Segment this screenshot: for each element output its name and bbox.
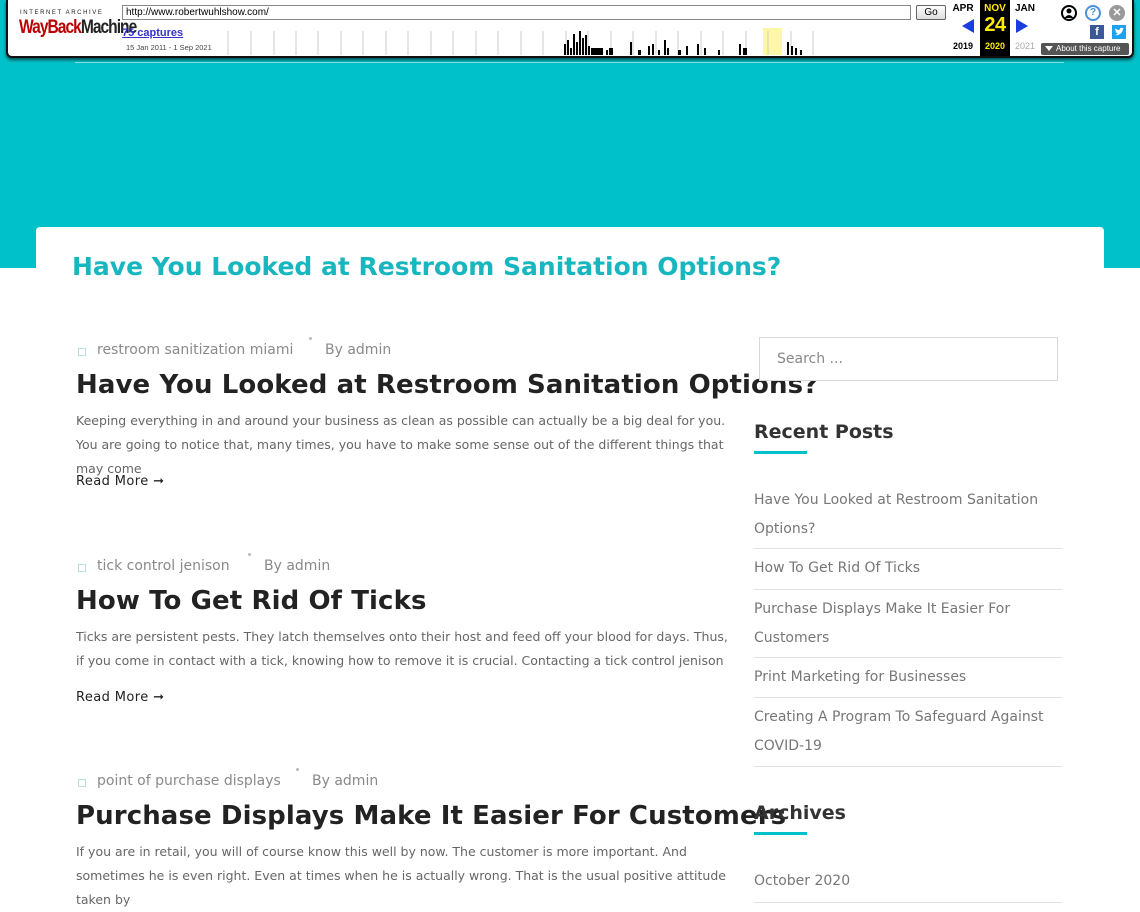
post-card: point of purchase displays By admin Purc… — [76, 768, 786, 912]
capture-sparkline[interactable] — [220, 26, 944, 55]
post-author-link[interactable]: By admin — [325, 342, 391, 358]
capture-range: 15 Jan 2011 - 1 Sep 2021 — [126, 43, 212, 52]
facebook-icon[interactable]: f — [1090, 25, 1104, 39]
wayback-toolbar: INTERNET ARCHIVE WayBackMachine http://w… — [6, 0, 1134, 58]
post-category-link[interactable]: tick control jenison — [97, 558, 230, 574]
ia-label: INTERNET ARCHIVE — [20, 10, 104, 16]
post-author-link[interactable]: By admin — [312, 773, 378, 789]
recent-post-link[interactable]: How To Get Rid Of Ticks — [754, 554, 1062, 583]
separator-dot — [248, 553, 251, 556]
twitter-icon[interactable] — [1112, 25, 1126, 39]
next-year[interactable]: 2021 — [1010, 41, 1040, 51]
widget-underline — [754, 451, 807, 454]
recent-post-link[interactable]: Purchase Displays Make It Easier For Cus… — [754, 595, 1062, 653]
post-title-link[interactable]: How To Get Rid Of Ticks — [76, 586, 427, 616]
post-category-link[interactable]: restroom sanitization miami — [97, 342, 293, 358]
post-meta: restroom sanitization miami By admin — [76, 337, 731, 362]
prev-capture-arrow-icon[interactable] — [962, 19, 974, 33]
post-title-link[interactable]: Have You Looked at Restroom Sanitation O… — [76, 370, 818, 400]
recent-post-link[interactable]: Creating A Program To Safeguard Against … — [754, 703, 1062, 761]
archives-title: Archives — [754, 802, 846, 824]
divider — [754, 657, 1062, 658]
arrow-right-icon: ➞ — [153, 690, 165, 705]
separator-dot — [296, 768, 299, 771]
post-category-link[interactable]: point of purchase displays — [97, 773, 281, 789]
page-title: Have You Looked at Restroom Sanitation O… — [72, 252, 782, 281]
post-card: restroom sanitization miami By admin Hav… — [76, 337, 818, 502]
user-icon[interactable] — [1061, 5, 1077, 21]
folder-icon — [78, 348, 86, 356]
go-button[interactable]: Go — [916, 5, 946, 20]
wayback-logo[interactable]: WayBackMachine — [19, 17, 137, 39]
recent-posts-title: Recent Posts — [754, 421, 894, 443]
close-icon[interactable]: ✕ — [1109, 5, 1125, 21]
nav-divider — [75, 62, 1064, 63]
arrow-right-icon: ➞ — [153, 474, 165, 489]
recent-post-link[interactable]: Have You Looked at Restroom Sanitation O… — [754, 486, 1062, 544]
divider — [754, 902, 1062, 903]
divider — [754, 697, 1062, 698]
post-meta: point of purchase displays By admin — [76, 768, 731, 793]
widget-underline — [754, 832, 807, 835]
prev-month[interactable]: APR — [948, 3, 978, 14]
help-icon[interactable]: ? — [1085, 5, 1101, 21]
captures-link[interactable]: 75 captures — [122, 27, 183, 39]
folder-icon — [78, 779, 86, 787]
post-card: tick control jenison By admin How To Get… — [76, 553, 731, 718]
url-input[interactable]: http://www.robertwuhlshow.com/ — [122, 5, 911, 20]
next-month[interactable]: JAN — [1010, 3, 1040, 14]
divider — [754, 548, 1062, 549]
archive-link[interactable]: October 2020 — [754, 867, 1062, 896]
read-more-link[interactable]: Read More ➞ — [76, 474, 164, 489]
recent-post-link[interactable]: Print Marketing for Businesses — [754, 663, 1062, 692]
read-more-link[interactable]: Read More ➞ — [76, 690, 164, 705]
post-excerpt: If you are in retail, you will of course… — [76, 844, 726, 907]
current-capture-date: NOV 24 2020 — [980, 0, 1010, 56]
prev-year[interactable]: 2019 — [948, 41, 978, 51]
post-excerpt: Ticks are persistent pests. They latch t… — [76, 629, 728, 668]
divider — [754, 766, 1062, 767]
next-capture-arrow-icon[interactable] — [1016, 19, 1028, 33]
post-title-link[interactable]: Purchase Displays Make It Easier For Cus… — [76, 801, 786, 831]
separator-dot — [309, 337, 312, 340]
search-input[interactable]: Search ... — [759, 337, 1058, 381]
divider — [754, 589, 1062, 590]
about-capture-button[interactable]: About this capture — [1041, 43, 1129, 55]
folder-icon — [78, 564, 86, 572]
post-excerpt: Keeping everything in and around your bu… — [76, 413, 726, 476]
post-author-link[interactable]: By admin — [264, 558, 330, 574]
post-meta: tick control jenison By admin — [76, 553, 731, 578]
